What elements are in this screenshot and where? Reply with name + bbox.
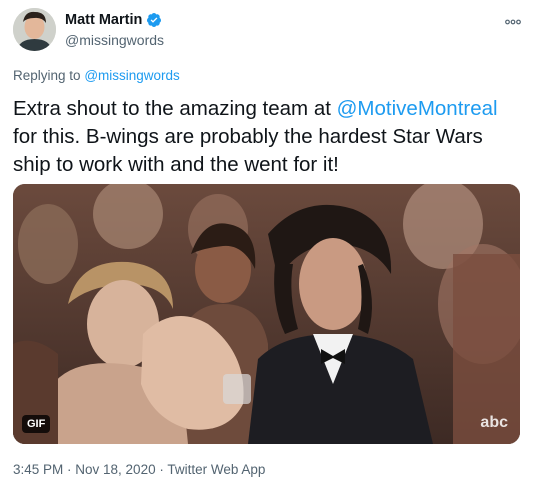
- replying-to-mention[interactable]: @missingwords: [84, 68, 179, 83]
- tweet-media-gif[interactable]: GIF abc: [13, 184, 520, 444]
- author-handle[interactable]: @missingwords: [65, 32, 164, 48]
- more-options-icon[interactable]: [505, 12, 521, 28]
- tweet-text: Extra shout to the amazing team at @Moti…: [13, 95, 523, 179]
- replying-to-line: Replying to @missingwords: [13, 68, 180, 83]
- author-name-row: Matt Martin: [65, 12, 162, 28]
- tweet-mention-link[interactable]: @MotiveMontreal: [337, 97, 498, 120]
- avatar[interactable]: [13, 8, 56, 51]
- gif-badge: GIF: [22, 415, 51, 433]
- tweet-text-before: Extra shout to the amazing team at: [13, 97, 337, 120]
- tweet-text-after: for this. B-wings are probably the harde…: [13, 125, 483, 176]
- tweet-timestamp[interactable]: 3:45 PM · Nov 18, 2020 · Twitter Web App: [13, 462, 265, 477]
- author-display-name[interactable]: Matt Martin: [65, 12, 142, 28]
- replying-to-label: Replying to: [13, 68, 81, 83]
- profile-photo-icon: [13, 8, 56, 51]
- verified-badge-icon: [147, 13, 162, 27]
- gif-frame-image: [13, 184, 520, 444]
- abc-watermark: abc: [480, 414, 508, 431]
